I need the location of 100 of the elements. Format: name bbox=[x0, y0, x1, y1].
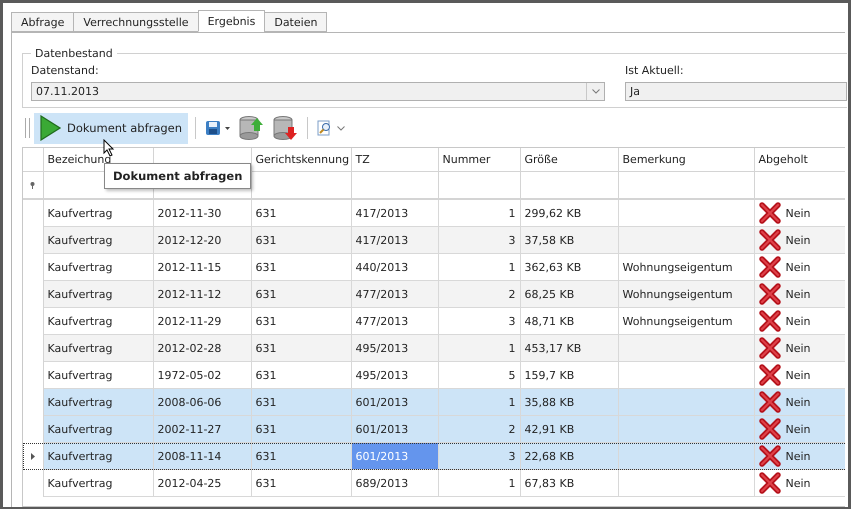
table-cell: 1 bbox=[438, 388, 520, 416]
column-header[interactable]: Gerichtskennung bbox=[251, 148, 351, 172]
table-cell: 477/2013 bbox=[351, 308, 438, 334]
tab[interactable]: Ergebnis bbox=[198, 10, 266, 32]
status-text: Nein bbox=[786, 288, 811, 300]
chevron-down-icon bbox=[592, 89, 600, 94]
column-header[interactable]: TZ bbox=[351, 148, 438, 172]
table-cell: 495/2013 bbox=[351, 362, 438, 388]
field-label: Ist Aktuell: bbox=[625, 64, 685, 77]
table-cell: 417/2013 bbox=[351, 199, 438, 226]
table-cell: 3 bbox=[438, 308, 520, 334]
query-button[interactable]: Dokument abfragen bbox=[34, 112, 188, 144]
table-cell: 1 bbox=[438, 470, 520, 496]
table-cell: Kaufvertrag bbox=[43, 308, 153, 334]
table-cell: 601/2013 bbox=[351, 416, 438, 442]
group-title: Datenbestand bbox=[34, 47, 114, 60]
table-cell: Kaufvertrag bbox=[43, 416, 153, 442]
table-cell: Kaufvertrag bbox=[43, 199, 153, 226]
table-cell: Wohnungseigentum bbox=[618, 308, 754, 334]
table-cell: 2002-11-27 bbox=[153, 416, 251, 442]
table-cell: Kaufvertrag bbox=[43, 442, 153, 470]
database-upload-icon bbox=[238, 115, 264, 141]
column-header[interactable]: Größe bbox=[520, 148, 618, 172]
table-cell: 35,88 KB bbox=[520, 388, 618, 416]
play-icon bbox=[39, 115, 61, 141]
status-text: Nein bbox=[786, 260, 811, 274]
table-cell: 477/2013 bbox=[351, 280, 438, 308]
table-cell: 631 bbox=[251, 280, 351, 308]
table-cell: 2012-11-12 bbox=[153, 280, 251, 308]
table-cell: 631 bbox=[251, 470, 351, 496]
table-cell: 2012-04-25 bbox=[153, 470, 251, 496]
table-cell: 37,58 KB bbox=[520, 226, 618, 254]
table-cell: 2012-11-15 bbox=[153, 254, 251, 280]
table-cell: 68,25 KB bbox=[520, 280, 618, 308]
table-cell: Wohnungseigentum bbox=[618, 280, 754, 308]
status-text: Nein bbox=[786, 342, 811, 354]
column-header[interactable]: Abgeholt bbox=[754, 148, 845, 172]
table-cell: Kaufvertrag bbox=[43, 334, 153, 362]
table-cell: 631 bbox=[251, 362, 351, 388]
table-cell: Kaufvertrag bbox=[43, 388, 153, 416]
table-cell: Kaufvertrag bbox=[43, 280, 153, 308]
table-cell: 299,62 KB bbox=[520, 199, 618, 226]
table-cell: 601/2013 bbox=[351, 442, 438, 470]
table-cell: 159,7 KB bbox=[520, 362, 618, 388]
table-cell: 631 bbox=[251, 199, 351, 226]
table-cell: 631 bbox=[251, 388, 351, 416]
table-cell: 67,83 KB bbox=[520, 470, 618, 496]
table-cell: 453,17 KB bbox=[520, 334, 618, 362]
filter-pin-icon bbox=[30, 182, 36, 188]
table-cell: 1 bbox=[438, 334, 520, 362]
database-download-icon bbox=[272, 115, 298, 141]
table-cell: Kaufvertrag bbox=[43, 254, 153, 280]
table-cell: 601/2013 bbox=[351, 388, 438, 416]
table-cell: Kaufvertrag bbox=[43, 362, 153, 388]
table-cell: 2 bbox=[438, 416, 520, 442]
table-cell: 2008-11-14 bbox=[153, 442, 251, 470]
table-cell: 2 bbox=[438, 280, 520, 308]
table-cell: 2012-12-20 bbox=[153, 226, 251, 254]
table-cell: 495/2013 bbox=[351, 334, 438, 362]
field-label: Datenstand: bbox=[31, 64, 100, 77]
table-cell: 3 bbox=[438, 442, 520, 470]
column-header[interactable]: Nummer bbox=[438, 148, 520, 172]
status-text: Nein bbox=[786, 314, 811, 328]
column-header[interactable]: Bemerkung bbox=[618, 148, 754, 172]
table-cell: 1 bbox=[438, 254, 520, 280]
table-cell: 1972-05-02 bbox=[153, 362, 251, 388]
table-cell: 631 bbox=[251, 416, 351, 442]
table-cell: 631 bbox=[251, 334, 351, 362]
table-cell: 362,63 KB bbox=[520, 254, 618, 280]
tab[interactable]: Verrechnungsstelle bbox=[73, 12, 199, 32]
table-cell: 48,71 KB bbox=[520, 308, 618, 334]
table-cell: 417/2013 bbox=[351, 226, 438, 254]
status-text: Nein bbox=[786, 450, 811, 462]
tab[interactable]: Abfrage bbox=[11, 12, 74, 32]
status-text: Nein bbox=[786, 206, 811, 220]
table-cell: 5 bbox=[438, 362, 520, 388]
current-field: Ja bbox=[625, 82, 847, 101]
row-indicator-icon bbox=[30, 452, 35, 460]
search-button[interactable] bbox=[315, 118, 348, 138]
table-cell: 1 bbox=[438, 199, 520, 226]
table-cell: 631 bbox=[251, 442, 351, 470]
table-cell: 2012-11-30 bbox=[153, 199, 251, 226]
table-cell: Kaufvertrag bbox=[43, 470, 153, 496]
tooltip: Dokument abfragen bbox=[104, 163, 252, 189]
status-text: Nein bbox=[786, 422, 811, 436]
table-cell: 631 bbox=[251, 226, 351, 254]
table-cell: Wohnungseigentum bbox=[618, 254, 754, 280]
caret-icon bbox=[225, 126, 230, 130]
table-cell: 42,91 KB bbox=[520, 416, 618, 442]
date-dropdown[interactable]: 07.11.2013 bbox=[31, 82, 605, 101]
table-cell: 2012-02-28 bbox=[153, 334, 251, 362]
table-cell: 3 bbox=[438, 226, 520, 254]
table-cell: Kaufvertrag bbox=[43, 226, 153, 254]
table-cell: 689/2013 bbox=[351, 470, 438, 496]
tab[interactable]: Dateien bbox=[264, 12, 328, 32]
status-text: Nein bbox=[786, 476, 811, 490]
table-cell: 2008-06-06 bbox=[153, 388, 251, 416]
table-cell: 2012-11-29 bbox=[153, 308, 251, 334]
save-button[interactable] bbox=[203, 118, 232, 138]
table-cell: 631 bbox=[251, 254, 351, 280]
